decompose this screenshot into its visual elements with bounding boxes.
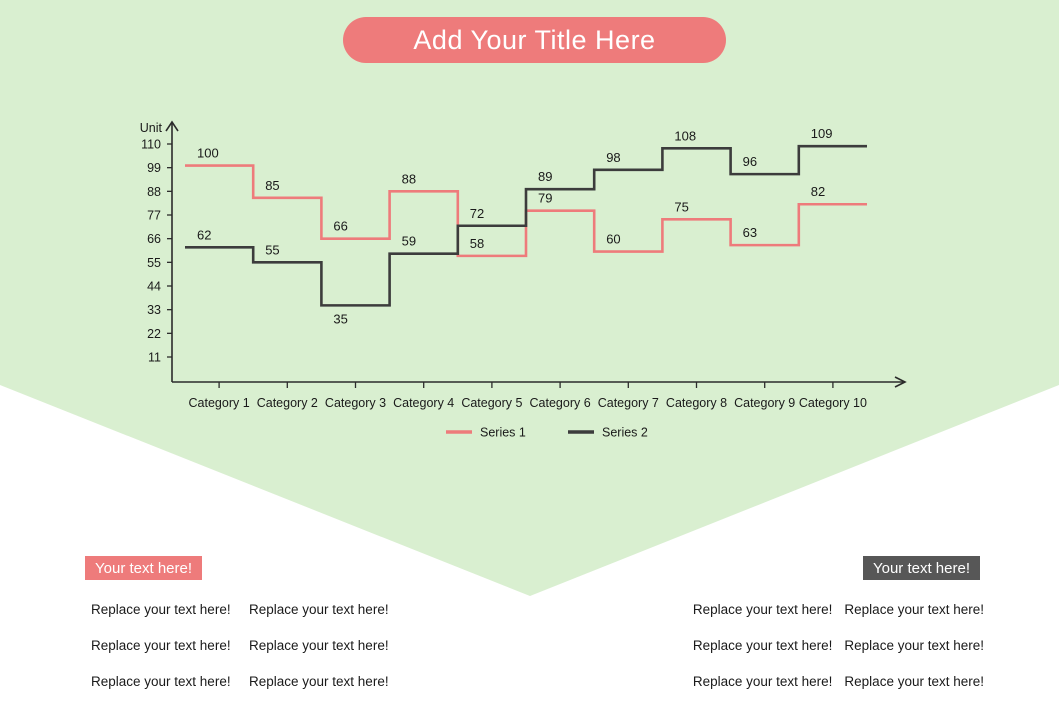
y-axis-tick-label: 88: [147, 185, 161, 199]
data-label: 100: [197, 146, 219, 161]
data-label: 62: [197, 227, 211, 242]
replaceable-text[interactable]: Replace your text here!: [91, 628, 249, 664]
y-axis-tick-label: 77: [147, 209, 161, 223]
x-axis-category-label: Category 9: [734, 396, 795, 410]
right-text-block: Replace your text here! Replace your text…: [693, 592, 984, 700]
data-label: 89: [538, 169, 552, 184]
slide-canvas: Add Your Title Here Unit 11 22 33 44 55 66 77 88…: [0, 0, 1059, 726]
y-axis-tick-label: 22: [147, 327, 161, 341]
left-badge[interactable]: Your text here!: [85, 556, 203, 580]
text-row: Replace your text here! Replace your text…: [91, 628, 389, 664]
data-label: 35: [333, 311, 347, 326]
step-chart-svg: Unit 11 22 33 44 55 66 77 88 99 110 Category 1 Categ…: [140, 120, 907, 440]
series-2-step-line: [185, 144, 867, 307]
x-axis-category-label: Category 8: [666, 396, 727, 410]
replaceable-text[interactable]: Replace your text here!: [249, 628, 389, 664]
y-axis-tick-label: 55: [147, 256, 161, 270]
replaceable-text[interactable]: Replace your text here!: [91, 664, 249, 700]
text-row: Replace your text here! Replace your text…: [693, 628, 984, 664]
text-row: Replace your text here! Replace your text…: [91, 592, 389, 628]
data-label: 55: [265, 242, 279, 257]
replaceable-text[interactable]: Replace your text here!: [693, 592, 833, 628]
data-label: 85: [265, 178, 279, 193]
text-row: Replace your text here! Replace your text…: [693, 592, 984, 628]
replaceable-text[interactable]: Replace your text here!: [844, 592, 984, 628]
replaceable-text[interactable]: Replace your text here!: [844, 664, 984, 700]
x-axis-category-label: Category 6: [530, 396, 591, 410]
data-label: 60: [606, 232, 620, 247]
x-axis-category-label: Category 5: [461, 396, 522, 410]
legend-label[interactable]: Series 2: [602, 426, 648, 440]
title-pill[interactable]: Add Your Title Here: [343, 17, 726, 63]
right-badge-label: Your text here!: [872, 559, 970, 577]
replaceable-text[interactable]: Replace your text here!: [249, 664, 389, 700]
data-label: 63: [743, 225, 757, 240]
data-label: 82: [811, 184, 825, 199]
data-label: 108: [674, 128, 696, 143]
data-label: 75: [674, 199, 688, 214]
page-title: Add Your Title Here: [413, 24, 656, 55]
text-row: Replace your text here! Replace your text…: [693, 664, 984, 700]
x-axis-category-label: Category 7: [598, 396, 659, 410]
replaceable-text[interactable]: Replace your text here!: [91, 592, 249, 628]
data-label: 96: [743, 154, 757, 169]
replaceable-text[interactable]: Replace your text here!: [844, 628, 984, 664]
data-label: 66: [333, 219, 347, 234]
text-row: Replace your text here! Replace your text…: [91, 664, 389, 700]
x-axis-category-label: Category 4: [393, 396, 454, 410]
replaceable-text[interactable]: Replace your text here!: [249, 592, 389, 628]
y-axis-unit-label: Unit: [140, 121, 163, 135]
y-axis-tick-label: 33: [147, 303, 161, 317]
replaceable-text[interactable]: Replace your text here!: [693, 628, 833, 664]
data-label: 109: [811, 126, 833, 141]
left-text-block: Replace your text here! Replace your text…: [91, 592, 389, 700]
x-axis-category-label: Category 1: [189, 396, 250, 410]
x-axis-category-label: Category 2: [257, 396, 318, 410]
legend-label[interactable]: Series 1: [480, 426, 526, 440]
data-label: 59: [402, 234, 416, 249]
replaceable-text[interactable]: Replace your text here!: [693, 664, 833, 700]
y-axis-tick-label: 99: [147, 161, 161, 175]
y-axis-tick-label: 11: [148, 351, 161, 365]
data-label: 58: [470, 236, 484, 251]
x-axis-category-label: Category 3: [325, 396, 386, 410]
data-label: 98: [606, 150, 620, 165]
y-axis-tick-label: 66: [147, 232, 161, 246]
data-label: 88: [402, 171, 416, 186]
step-chart: Unit 11 22 33 44 55 66 77 88 99 110 Category 1 Categ…: [0, 0, 1059, 470]
data-label: 79: [538, 191, 552, 206]
y-axis-tick-label: 110: [141, 138, 161, 152]
x-axis-category-label: Category 10: [799, 396, 867, 410]
y-axis-tick-label: 44: [147, 280, 161, 294]
right-badge[interactable]: Your text here!: [862, 556, 980, 580]
data-label: 72: [470, 206, 484, 221]
left-badge-label: Your text here!: [95, 559, 193, 577]
